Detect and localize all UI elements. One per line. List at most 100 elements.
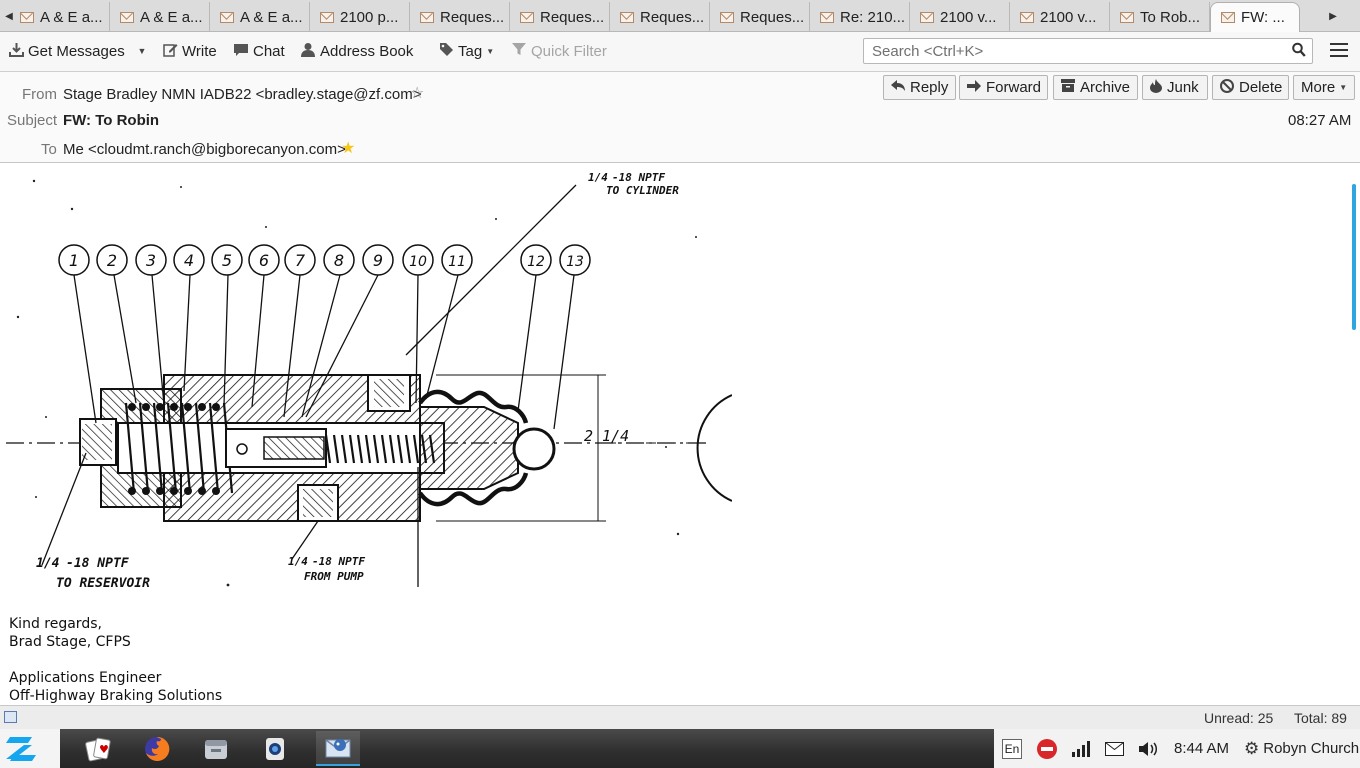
callout-number: 4 — [184, 251, 194, 270]
mail-notification-icon[interactable] — [1105, 729, 1124, 768]
scrollbar-thumb[interactable] — [1352, 184, 1356, 330]
callout-number: 11 — [448, 254, 466, 270]
callout-number: 7 — [295, 251, 306, 270]
email-signature: Kind regards, Brad Stage, CFPS Applicati… — [9, 615, 222, 705]
message-time: 08:27 AM — [1288, 112, 1352, 129]
tab-message[interactable]: Re: 210... — [810, 2, 910, 32]
tab-message[interactable]: To Rob... — [1110, 2, 1210, 32]
camera-icon — [266, 737, 284, 760]
taskbar: ♥ En 8:44 AM ⚙ Robyn Church — [0, 729, 1360, 768]
tab-label: Reques... — [740, 8, 805, 26]
taskbar-app-thunderbird[interactable] — [316, 731, 360, 766]
more-label: More — [1301, 79, 1336, 96]
search-icon[interactable] — [1292, 42, 1306, 60]
archive-box-icon — [1061, 79, 1075, 96]
tab-message[interactable]: 2100 v... — [910, 2, 1010, 32]
tab-message[interactable]: Reques... — [510, 2, 610, 32]
search-box[interactable] — [863, 38, 1313, 64]
tab-message[interactable]: Reques... — [710, 2, 810, 32]
hamburger-menu-icon[interactable] — [1330, 43, 1348, 59]
envelope-icon — [420, 11, 434, 23]
language-indicator[interactable]: En — [1002, 729, 1022, 768]
download-icon — [8, 42, 24, 61]
get-messages-button[interactable]: Get Messages — [8, 32, 125, 70]
archive-button[interactable]: Archive — [1053, 75, 1138, 100]
tag-icon — [438, 42, 454, 61]
do-not-disturb-icon[interactable] — [1036, 729, 1058, 768]
start-menu-button[interactable] — [0, 729, 60, 768]
envelope-icon — [120, 11, 134, 23]
get-messages-dropdown[interactable]: ▼ — [132, 32, 152, 70]
chat-label: Chat — [253, 42, 285, 60]
star-outline-icon[interactable]: ☆ — [410, 83, 424, 103]
user-name: Robyn Church — [1263, 740, 1360, 757]
chat-bubble-icon — [233, 42, 249, 61]
address-book-label: Address Book — [320, 42, 414, 60]
more-button[interactable]: More ▼ — [1293, 75, 1355, 100]
tab-label: 2100 p... — [340, 8, 399, 26]
person-icon — [300, 42, 316, 61]
activity-manager-icon[interactable] — [4, 711, 17, 723]
subject-label: Subject — [7, 112, 58, 129]
taskbar-app-camera[interactable] — [253, 731, 297, 766]
taskbar-app-firefox[interactable] — [135, 731, 179, 766]
tab-message[interactable]: Reques... — [410, 2, 510, 32]
status-bar: Unread: 25 Total: 89 — [0, 705, 1360, 729]
reply-arrow-icon — [891, 79, 905, 96]
close-icon[interactable]: ✕ — [1299, 8, 1300, 28]
taskbar-app-files[interactable] — [194, 731, 238, 766]
address-book-button[interactable]: Address Book — [300, 32, 413, 70]
unread-count: Unread: 25 — [1204, 710, 1274, 726]
star-filled-icon[interactable]: ★ — [341, 138, 355, 158]
from-value[interactable]: Stage Bradley NMN IADB22 <bradley.stage@… — [63, 86, 421, 103]
dimension-label: 2 1/4 — [584, 427, 629, 445]
write-button[interactable]: Write — [162, 32, 217, 70]
junk-label: Junk — [1167, 79, 1199, 96]
callout-number: 8 — [334, 251, 344, 270]
reply-button[interactable]: Reply — [883, 75, 956, 100]
forward-button[interactable]: Forward — [959, 75, 1048, 100]
to-value[interactable]: Me <cloudmt.ranch@bigborecanyon.com> — [63, 141, 346, 158]
tab-message[interactable]: Reques... — [610, 2, 710, 32]
total-count: Total: 89 — [1294, 710, 1347, 726]
tag-label: Tag — [458, 42, 483, 60]
chat-button[interactable]: Chat — [233, 32, 285, 70]
envelope-icon — [720, 11, 734, 23]
note-fraction: 1/4 — [288, 555, 308, 568]
callout-number: 1 — [69, 251, 79, 270]
search-input[interactable] — [864, 39, 1264, 63]
tab-message[interactable]: 2100 p... — [310, 2, 410, 32]
to-label: To — [41, 141, 57, 158]
tab-message[interactable]: A & E a... — [10, 2, 110, 32]
main-toolbar: Get Messages ▼ Write Chat Address Book T… — [0, 32, 1360, 72]
envelope-icon — [920, 11, 934, 23]
callout-number: 13 — [566, 254, 584, 270]
quick-filter-button[interactable]: Quick Filter — [511, 32, 607, 70]
taskbar-app-solitaire[interactable]: ♥ — [76, 731, 120, 766]
user-menu[interactable]: ⚙ Robyn Church — [1244, 729, 1359, 768]
quick-filter-label: Quick Filter — [531, 42, 607, 60]
callout-number: 6 — [259, 251, 269, 270]
tab-active-message[interactable]: FW: ... ✕ — [1210, 2, 1300, 32]
envelope-icon — [20, 11, 34, 23]
note-reservoir-line1: -18 NPTF — [66, 556, 130, 571]
tag-button[interactable]: Tag ▼ — [438, 32, 494, 70]
tab-message[interactable]: A & E a... — [210, 2, 310, 32]
volume-icon[interactable] — [1139, 729, 1159, 768]
junk-button[interactable]: Junk — [1142, 75, 1208, 100]
message-body: 2 1/4 1 2 3 4 5 6 7 8 9 10 11 12 13 1/4 … — [0, 163, 1350, 705]
thunderbird-icon — [325, 738, 351, 757]
tab-scroll-right-button[interactable]: ▶ — [1324, 0, 1342, 32]
network-signal-icon[interactable] — [1072, 729, 1090, 768]
tab-label: To Rob... — [1140, 8, 1201, 26]
message-header: From Stage Bradley NMN IADB22 <bradley.s… — [0, 72, 1360, 163]
note-fraction: 1/4 — [36, 556, 60, 571]
tab-message[interactable]: A & E a... — [110, 2, 210, 32]
delete-button[interactable]: Delete — [1212, 75, 1289, 100]
signature-line — [9, 651, 222, 669]
pencil-icon — [162, 42, 178, 61]
tab-label: A & E a... — [40, 8, 103, 26]
clock[interactable]: 8:44 AM — [1174, 729, 1229, 768]
tab-message[interactable]: 2100 v... — [1010, 2, 1110, 32]
tab-label: 2100 v... — [1040, 8, 1097, 26]
